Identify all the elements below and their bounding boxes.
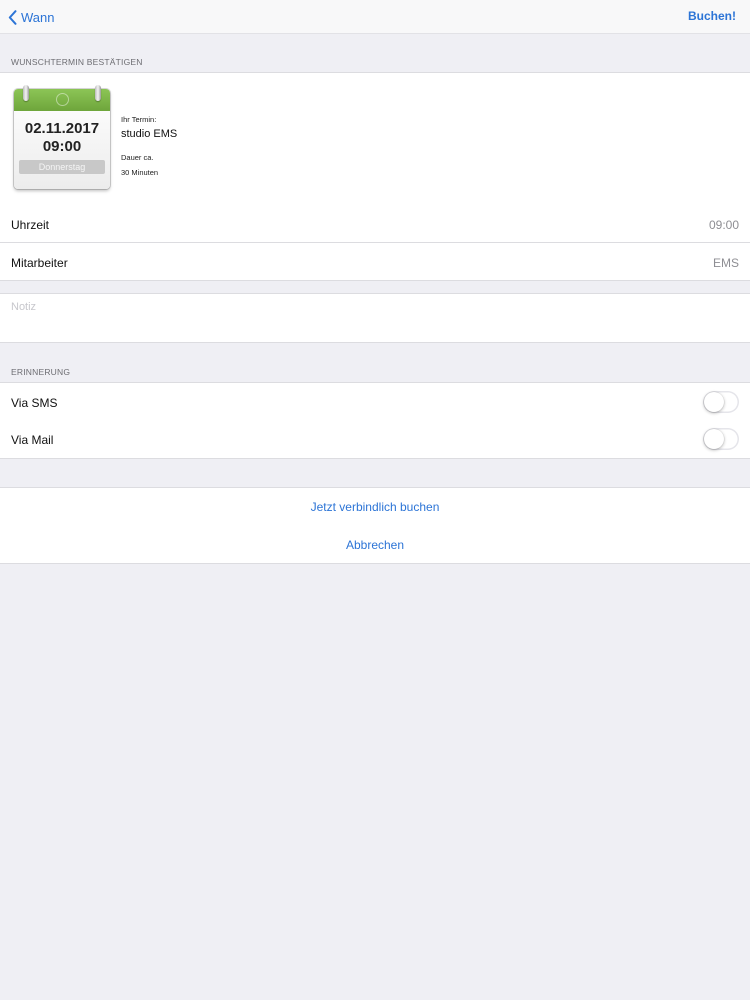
toggle-knob bbox=[704, 429, 724, 449]
mail-reminder-toggle[interactable] bbox=[703, 428, 739, 450]
calendar-time: 09:00 bbox=[42, 138, 82, 155]
duration-label: Dauer ca. bbox=[121, 153, 154, 162]
navigation-bar: Wann Buchen! bbox=[0, 0, 750, 34]
calendar-weekday: Donnerstag bbox=[19, 160, 105, 174]
confirm-booking-button[interactable]: Jetzt verbindlich buchen bbox=[0, 500, 750, 514]
calendar-icon: 02.11.2017 09:00 Donnerstag bbox=[14, 85, 110, 191]
duration-value: 30 Minuten bbox=[121, 168, 159, 177]
note-placeholder: Notiz bbox=[11, 301, 37, 313]
sms-reminder-toggle[interactable] bbox=[703, 391, 739, 413]
calendar-date: 02.11.2017 bbox=[24, 120, 100, 137]
calendar-paper: 02.11.2017 09:00 Donnerstag bbox=[14, 89, 110, 189]
actions-card: Jetzt verbindlich buchen Abbrechen bbox=[0, 487, 750, 564]
time-row-label: Uhrzeit bbox=[11, 218, 50, 232]
note-field[interactable] bbox=[0, 293, 750, 343]
mail-reminder-label: Via Mail bbox=[11, 433, 54, 447]
toggle-knob bbox=[704, 392, 724, 412]
reminder-card: Via SMS Via Mail bbox=[0, 382, 750, 459]
back-button-label: Wann bbox=[21, 9, 55, 25]
calendar-ring-left bbox=[23, 85, 29, 101]
check-circle-icon bbox=[56, 93, 69, 106]
cancel-button[interactable]: Abbrechen bbox=[0, 538, 750, 552]
back-button[interactable]: Wann bbox=[8, 7, 54, 27]
time-row-value[interactable]: 09:00 bbox=[709, 218, 739, 232]
staff-row-value[interactable]: EMS bbox=[713, 256, 739, 270]
booking-card: 02.11.2017 09:00 Donnerstag Ihr Termin: … bbox=[0, 72, 750, 281]
row-divider bbox=[0, 242, 750, 243]
appointment-label: Ihr Termin: bbox=[121, 115, 157, 124]
book-button[interactable]: Buchen! bbox=[688, 9, 736, 23]
calendar-ring-right bbox=[95, 85, 101, 101]
appointment-name: studio EMS bbox=[121, 128, 178, 140]
sms-reminder-label: Via SMS bbox=[11, 396, 58, 410]
chevron-left-icon bbox=[8, 9, 17, 25]
reminder-section-header: ERINNERUNG bbox=[11, 367, 71, 377]
staff-row-label: Mitarbeiter bbox=[11, 256, 68, 270]
booking-section-header: WUNSCHTERMIN BESTÄTIGEN bbox=[11, 57, 143, 67]
